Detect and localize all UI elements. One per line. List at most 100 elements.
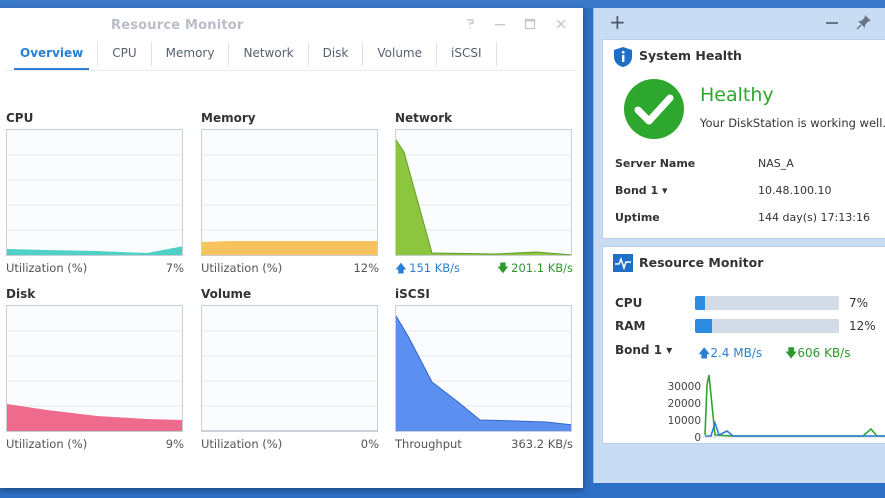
network-panel: Network 🡅 151 KB/s 🡇 201.1 KB/s bbox=[395, 110, 575, 275]
healthy-check-icon bbox=[623, 78, 685, 144]
iscsi-foot-value: 363.2 KB/s bbox=[511, 437, 573, 451]
ip-address-value: 10.48.100.10 bbox=[758, 184, 832, 197]
volume-footer: Utilization (%) 0% bbox=[201, 437, 379, 451]
disk-footer: Utilization (%) 9% bbox=[6, 437, 184, 451]
network-panel-title: Network bbox=[395, 111, 453, 125]
network-chart-svg bbox=[396, 139, 571, 255]
tick-10000: 10000 bbox=[667, 415, 701, 427]
network-download-value: 201.1 KB/s bbox=[511, 261, 573, 275]
iscsi-panel-title: iSCSI bbox=[395, 287, 430, 301]
uptime-label: Uptime bbox=[615, 211, 660, 224]
system-health-title: System Health bbox=[639, 48, 742, 63]
info-shield-icon bbox=[613, 46, 633, 72]
volume-panel: Volume Utilization (%) 0% bbox=[201, 286, 381, 451]
disk-panel: Disk Utilization (%) 9% bbox=[6, 286, 186, 451]
widget-panel-header: + bbox=[594, 8, 885, 38]
volume-panel-title: Volume bbox=[201, 287, 252, 301]
cpu-usage-value: 7% bbox=[849, 296, 869, 310]
upload-series-line bbox=[705, 420, 885, 437]
window-title: Resource Monitor bbox=[111, 18, 244, 33]
server-name-value: NAS_A bbox=[758, 157, 794, 170]
ram-usage-fill bbox=[695, 319, 713, 333]
disk-chart[interactable] bbox=[6, 305, 183, 432]
volume-foot-value: 0% bbox=[360, 437, 379, 451]
cpu-area bbox=[7, 246, 182, 255]
memory-foot-value: 12% bbox=[353, 261, 379, 275]
cpu-panel: CPU Utilization (%) 7% bbox=[6, 110, 186, 275]
cpu-chart[interactable] bbox=[6, 129, 183, 256]
cpu-usage-fill bbox=[695, 296, 706, 310]
disk-foot-value: 9% bbox=[165, 437, 184, 451]
minimize-icon[interactable] bbox=[493, 17, 507, 31]
ram-label: RAM bbox=[615, 319, 646, 333]
memory-chart-svg bbox=[202, 154, 377, 255]
memory-panel-title: Memory bbox=[201, 111, 256, 125]
tab-divider bbox=[6, 70, 576, 71]
tab-network[interactable]: Network bbox=[229, 42, 309, 66]
iscsi-chart-svg bbox=[396, 315, 571, 431]
maximize-icon[interactable] bbox=[523, 17, 537, 31]
close-icon[interactable] bbox=[554, 17, 568, 31]
bond-selector[interactable]: Bond 1 ▾ bbox=[615, 184, 667, 197]
uptime-value: 144 day(s) 17:13:16 bbox=[758, 211, 870, 224]
widget-upload-value: 2.4 MB/s bbox=[710, 346, 763, 360]
iscsi-chart[interactable] bbox=[395, 305, 572, 432]
memory-area bbox=[202, 241, 377, 255]
iscsi-foot-label: Throughput bbox=[395, 437, 462, 451]
resource-monitor-window: Resource Monitor Overview CPU Memory Net… bbox=[0, 8, 583, 488]
help-icon[interactable] bbox=[463, 17, 477, 31]
memory-footer: Utilization (%) 12% bbox=[201, 261, 379, 275]
memory-chart[interactable] bbox=[201, 129, 378, 256]
cpu-label: CPU bbox=[615, 296, 643, 310]
widget-upload: 🡅2.4 MB/s bbox=[698, 346, 763, 360]
network-footer: 🡅 151 KB/s 🡇 201.1 KB/s bbox=[395, 261, 573, 275]
pulse-monitor-icon bbox=[613, 254, 633, 276]
tick-0: 0 bbox=[694, 432, 701, 444]
tab-disk[interactable]: Disk bbox=[309, 42, 364, 66]
iscsi-panel: iSCSI Throughput 363.2 KB/s bbox=[395, 286, 575, 451]
cpu-footer: Utilization (%) 7% bbox=[6, 261, 184, 275]
tab-bar: Overview CPU Memory Network Disk Volume … bbox=[6, 42, 576, 70]
add-widget-icon[interactable]: + bbox=[609, 12, 626, 32]
cpu-foot-label: Utilization (%) bbox=[6, 261, 88, 275]
window-titlebar[interactable]: Resource Monitor bbox=[0, 8, 583, 42]
volume-foot-label: Utilization (%) bbox=[201, 437, 283, 451]
disk-chart-svg bbox=[7, 330, 182, 431]
cpu-foot-value: 7% bbox=[165, 261, 184, 275]
iscsi-area bbox=[396, 316, 571, 431]
health-description: Your DiskStation is working well. bbox=[700, 116, 885, 130]
cpu-panel-title: CPU bbox=[6, 111, 34, 125]
tab-overview[interactable]: Overview bbox=[6, 42, 99, 70]
disk-foot-label: Utilization (%) bbox=[6, 437, 88, 451]
server-name-label: Server Name bbox=[615, 157, 696, 170]
disk-panel-title: Disk bbox=[6, 287, 36, 301]
memory-foot-label: Utilization (%) bbox=[201, 261, 283, 275]
tick-20000: 20000 bbox=[667, 398, 701, 410]
volume-chart[interactable] bbox=[201, 305, 378, 432]
volume-chart-svg bbox=[202, 330, 377, 431]
health-status: Healthy bbox=[700, 84, 774, 106]
pin-icon[interactable] bbox=[856, 14, 872, 34]
ram-usage-value: 12% bbox=[849, 319, 876, 333]
tab-iscsi[interactable]: iSCSI bbox=[437, 42, 497, 66]
tab-volume[interactable]: Volume bbox=[363, 42, 437, 66]
widget-minimize-icon[interactable] bbox=[826, 22, 838, 24]
cpu-usage-bar bbox=[695, 296, 839, 310]
iscsi-footer: Throughput 363.2 KB/s bbox=[395, 437, 573, 451]
bond-network-selector[interactable]: Bond 1 ▾ bbox=[615, 343, 672, 357]
download-series-line bbox=[704, 374, 885, 437]
system-health-widget: System Health Healthy Your DiskStation i… bbox=[602, 39, 885, 239]
tab-memory[interactable]: Memory bbox=[152, 42, 230, 66]
network-upload: 🡅 151 KB/s bbox=[395, 261, 461, 275]
resource-monitor-widget-title: Resource Monitor bbox=[639, 255, 764, 270]
network-area bbox=[396, 140, 571, 255]
network-chart[interactable] bbox=[395, 129, 572, 256]
ram-usage-bar bbox=[695, 319, 839, 333]
network-upload-value: 151 KB/s bbox=[409, 261, 461, 275]
mini-chart-svg bbox=[703, 374, 885, 438]
resource-monitor-widget: Resource Monitor CPU 7% RAM 12% Bond 1 ▾… bbox=[602, 246, 885, 444]
widget-download: 🡇606 KB/s bbox=[785, 346, 851, 360]
network-download: 🡇 201.1 KB/s bbox=[497, 261, 573, 275]
tick-30000: 30000 bbox=[667, 381, 701, 393]
tab-cpu[interactable]: CPU bbox=[98, 42, 152, 66]
